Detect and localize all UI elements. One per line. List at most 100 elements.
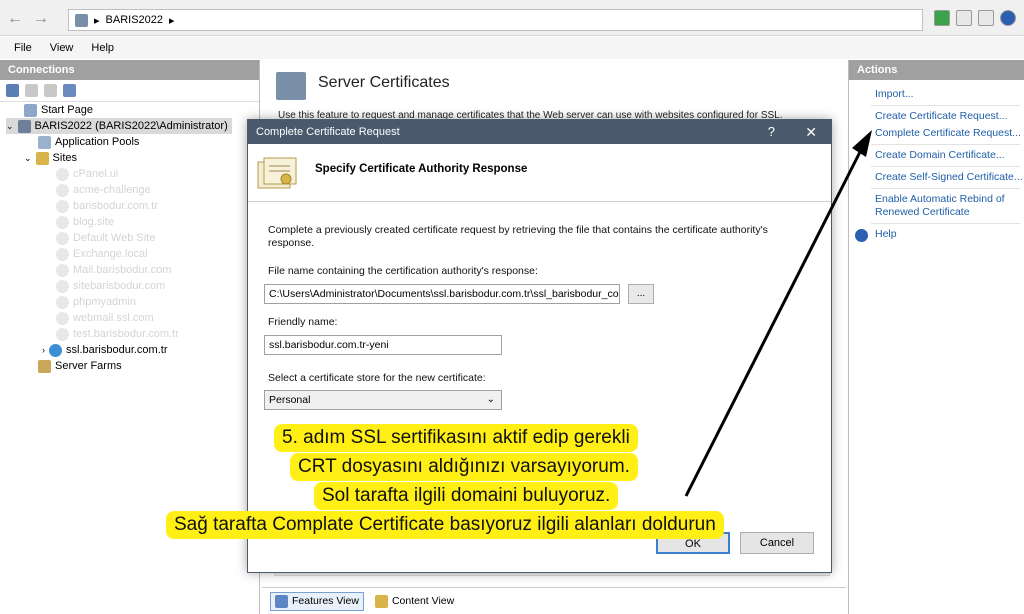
actions-title: Actions (849, 60, 1024, 80)
dialog-header-title: Specify Certificate Authority Response (315, 163, 528, 175)
file-name-label: File name containing the certification a… (268, 265, 538, 277)
action-create-self-signed-certificate[interactable]: Create Self-Signed Certificate... (849, 169, 1024, 186)
connections-toolbar (0, 80, 259, 102)
action-enable-automatic-rebind[interactable]: Enable Automatic Rebind of (849, 191, 1024, 206)
tree-item-site[interactable]: cPanel.ui (56, 166, 118, 182)
tree-label: Sites (52, 152, 78, 164)
action-create-certificate-request[interactable]: Create Certificate Request... (849, 108, 1024, 125)
help-icon[interactable] (1000, 10, 1016, 26)
cancel-button[interactable]: Cancel (740, 532, 814, 554)
divider (871, 188, 1020, 189)
divider (871, 223, 1020, 224)
home-icon[interactable] (978, 10, 994, 26)
dialog-titlebar: Complete Certificate Request ? ✕ (248, 120, 831, 144)
action-create-domain-certificate[interactable]: Create Domain Certificate... (849, 147, 1024, 164)
tree-item-site[interactable]: acme-challenge (56, 182, 151, 198)
expand-chevron-icon[interactable]: › (42, 342, 45, 358)
certificate-store-select[interactable]: Personal ⌄ (264, 390, 502, 410)
globe-icon (56, 295, 69, 309)
tree-item-site[interactable]: webmail.ssl.com (56, 310, 154, 326)
friendly-name-label: Friendly name: (268, 316, 338, 328)
tree-item-ssl-site[interactable]: › ssl.barisbodur.com.tr (42, 342, 167, 358)
tree-label: sitebarisbodur.com (73, 280, 166, 292)
globe-icon (56, 311, 69, 325)
expand-chevron-icon[interactable]: ⌄ (24, 150, 32, 166)
file-name-input[interactable]: C:\Users\Administrator\Documents\ssl.bar… (264, 284, 620, 304)
tree-item-server-farms[interactable]: Server Farms (38, 358, 122, 374)
friendly-name-input[interactable]: ssl.barisbodur.com.tr-yeni (264, 335, 502, 355)
tab-content-view[interactable]: Content View (370, 592, 459, 611)
tree-item-site[interactable]: Exchange.local (56, 246, 148, 262)
tree-item-sites[interactable]: ⌄ Sites (24, 150, 77, 166)
globe-icon (56, 263, 69, 277)
action-enable-automatic-rebind-line2[interactable]: Renewed Certificate (849, 206, 1024, 221)
content-view-icon (374, 594, 388, 608)
tree-item-site[interactable]: sitebarisbodur.com (56, 278, 165, 294)
globe-icon (49, 343, 62, 357)
save-icon[interactable] (25, 84, 38, 97)
tree-item-site[interactable]: barisbodur.com.tr (56, 198, 158, 214)
tree-label: Default Web Site (73, 232, 156, 244)
forward-arrow-icon[interactable]: → (32, 10, 50, 28)
toolbar-icons (934, 10, 1016, 26)
tree-item-start-page[interactable]: Start Page (24, 102, 93, 118)
annotation-line2: CRT dosyasını aldığınızı varsayıyorum. (290, 453, 638, 481)
tree-item-app-pools[interactable]: Application Pools (38, 134, 139, 150)
expand-chevron-icon[interactable]: ⌄ (6, 118, 14, 134)
globe-icon (56, 183, 69, 197)
menu-file[interactable]: File (14, 42, 32, 54)
tree-item-site[interactable]: Mail.barisbodur.com (56, 262, 171, 278)
connect-icon[interactable] (6, 84, 19, 97)
tab-features-view[interactable]: Features View (270, 591, 364, 611)
globe-icon (56, 167, 69, 181)
menu-help[interactable]: Help (91, 42, 114, 54)
browse-button[interactable]: ... (628, 284, 654, 304)
connections-title: Connections (0, 60, 259, 80)
globe-icon (56, 215, 69, 229)
back-arrow-icon[interactable]: ← (6, 10, 24, 28)
certificate-store-value: Personal (269, 394, 311, 406)
tree-label: cPanel.ui (73, 168, 119, 180)
tree-label: blog.site (73, 216, 114, 228)
tree-item-site[interactable]: Default Web Site (56, 230, 155, 246)
server-certificates-icon (276, 72, 306, 100)
tree-label: Exchange.local (73, 248, 148, 260)
intro-text-line1: Complete a previously created certificat… (268, 224, 768, 236)
stop-icon[interactable] (956, 10, 972, 26)
dialog-help-button[interactable]: ? (768, 120, 775, 144)
annotation-line4: Sağ tarafta Complate Certificate basıyor… (166, 511, 724, 539)
tree-item-server[interactable]: ⌄ BARIS2022 (BARIS2022\Administrator) (6, 118, 232, 134)
refresh-icon[interactable] (934, 10, 950, 26)
tree-label: ssl.barisbodur.com.tr (66, 344, 168, 356)
app-pool-icon (38, 135, 51, 149)
address-bar: ← → ▸ BARIS2022 ▸ (0, 0, 1024, 36)
divider (871, 105, 1020, 106)
action-complete-certificate-request[interactable]: Complete Certificate Request... (849, 125, 1024, 142)
tree-item-site[interactable]: phpmyadmin (56, 294, 136, 310)
annotation-line3: Sol tarafta ilgili domaini buluyoruz. (314, 482, 619, 510)
menu-view[interactable]: View (50, 42, 74, 54)
annotation-line1: 5. adım SSL sertifikasını aktif edip ger… (274, 424, 638, 452)
actions-panel: Actions Import... Create Certificate Req… (848, 60, 1024, 614)
tree-label: Server Farms (55, 360, 122, 372)
tab-label: Content View (391, 595, 455, 607)
dialog-close-button[interactable]: ✕ (805, 120, 817, 144)
up-icon[interactable] (44, 84, 57, 97)
address-input[interactable]: ▸ BARIS2022 ▸ (68, 9, 923, 31)
action-help[interactable]: Help (849, 226, 1024, 243)
chevron-down-icon: ⌄ (486, 394, 495, 405)
action-import[interactable]: Import... (849, 86, 1024, 103)
start-page-icon (24, 103, 37, 117)
view-tabs: Features View Content View (262, 587, 846, 614)
globe-icon (56, 327, 69, 341)
tree-item-site[interactable]: blog.site (56, 214, 114, 230)
tree-label: barisbodur.com.tr (73, 200, 158, 212)
globe-icon (56, 231, 69, 245)
menu-bar: File View Help (0, 37, 1024, 59)
help-icon (855, 229, 868, 242)
tree-item-site[interactable]: test.barisbodur.com.tr (56, 326, 179, 342)
features-view-icon (275, 594, 288, 608)
address-path[interactable]: BARIS2022 (106, 14, 163, 26)
disconnect-icon[interactable] (63, 84, 76, 97)
server-icon (75, 13, 88, 27)
